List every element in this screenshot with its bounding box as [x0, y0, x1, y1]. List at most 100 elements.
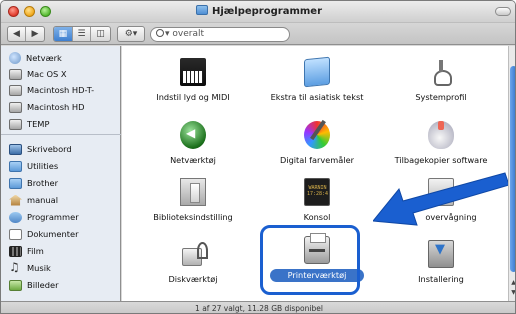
- item-label: Ekstra til asiatisk tekst: [270, 92, 364, 102]
- network-globe-icon: [9, 52, 21, 64]
- sidebar-item-film[interactable]: Film: [9, 244, 44, 258]
- folder-icon: [304, 56, 330, 88]
- directory-utility-icon: [180, 178, 206, 206]
- sidebar-item-macintosh-hd[interactable]: Macintosh HD: [9, 100, 85, 114]
- sidebar-item-label: Macintosh HD: [27, 102, 85, 112]
- search-input[interactable]: ▾ overalt: [150, 27, 290, 42]
- sidebar-item-netvaerk[interactable]: Netværk: [9, 51, 62, 65]
- item-digital-color-meter[interactable]: Digital farvemåler: [258, 119, 376, 175]
- item-label: Tilbagekopier software: [394, 155, 488, 165]
- folder-icon: [9, 177, 22, 189]
- folder-icon: [9, 160, 22, 172]
- installer-icon: [428, 240, 454, 268]
- item-activity-monitor[interactable]: overvågning: [382, 176, 500, 232]
- item-label: Installering: [418, 274, 464, 284]
- item-directory-utility[interactable]: Biblioteksindstilling: [134, 176, 252, 232]
- disk-utility-icon: [180, 240, 208, 268]
- applications-icon: [9, 211, 22, 223]
- printer-setup-utility-icon: [304, 233, 330, 264]
- sidebar-item-billeder[interactable]: Billeder: [9, 278, 59, 292]
- toolbar: ◀ ▶ ▦ ☰ ◫ ⚙▾ ▾ overalt: [1, 23, 515, 45]
- sidebar-item-temp[interactable]: TEMP: [9, 117, 49, 131]
- item-installer[interactable]: Installering: [382, 238, 500, 294]
- sidebar-separator: [1, 134, 121, 135]
- folder-icon: [196, 5, 208, 15]
- sidebar-item-brother[interactable]: Brother: [9, 176, 58, 190]
- item-disk-utility[interactable]: Diskværktøj: [134, 238, 252, 294]
- sidebar-item-label: TEMP: [27, 119, 50, 129]
- hard-disk-icon: [9, 101, 22, 113]
- toolbar-toggle-button[interactable]: [495, 7, 511, 16]
- item-label: overvågning: [425, 212, 477, 222]
- sidebar-item-manual[interactable]: manual: [9, 193, 58, 207]
- title-bar[interactable]: Hjælpeprogrammer: [1, 1, 515, 23]
- sidebar-item-programmer[interactable]: Programmer: [9, 210, 79, 224]
- item-label: Biblioteksindstilling: [153, 212, 233, 222]
- hard-disk-icon: [9, 84, 22, 96]
- documents-icon: [9, 228, 22, 240]
- item-label: Indstil lyd og MIDI: [156, 92, 230, 102]
- item-label: Digital farvemåler: [280, 155, 354, 165]
- sidebar-item-label: Film: [27, 246, 44, 256]
- audio-midi-setup-icon: [180, 58, 206, 86]
- sidebar-item-macintosh-hd-t[interactable]: Macintosh HD-T-: [9, 83, 94, 97]
- icon-view: Indstil lyd og MIDI Ekstra til asiatisk …: [122, 46, 508, 301]
- item-backup-software[interactable]: Tilbagekopier software: [382, 119, 500, 175]
- backup-icon: [428, 121, 454, 149]
- sidebar-item-dokumenter[interactable]: Dokumenter: [9, 227, 79, 241]
- view-switcher: ▦ ☰ ◫: [53, 26, 111, 42]
- sidebar-item-label: Programmer: [27, 212, 79, 222]
- sidebar-item-label: Utilities: [27, 161, 59, 171]
- search-placeholder: overalt: [172, 29, 205, 39]
- scrollbar-thumb[interactable]: [510, 66, 515, 272]
- scroll-down-button[interactable]: ▼: [510, 289, 515, 297]
- icon-view-button[interactable]: ▦: [54, 27, 73, 41]
- list-view-button[interactable]: ☰: [73, 27, 92, 41]
- sidebar-item-label: Musik: [27, 263, 51, 273]
- status-bar: 1 af 27 valgt, 11.28 GB disponibel: [1, 301, 515, 313]
- sidebar-item-utilities[interactable]: Utilities: [9, 159, 58, 173]
- sidebar: Netværk Mac OS X Macintosh HD-T- Macinto…: [1, 46, 121, 301]
- desktop-icon: [9, 143, 22, 155]
- console-icon: [304, 178, 330, 206]
- color-meter-icon: [304, 121, 330, 149]
- hard-disk-icon: [9, 118, 22, 130]
- item-label-selected: Printerværktøj: [270, 269, 364, 282]
- vertical-scrollbar[interactable]: ▲ ▼: [508, 46, 515, 301]
- pictures-icon: [9, 279, 22, 291]
- sidebar-item-mac-os-x[interactable]: Mac OS X: [9, 67, 67, 81]
- item-printer-setup-utility[interactable]: Printerværktøj: [258, 233, 376, 290]
- action-menu-button[interactable]: ⚙▾: [117, 26, 145, 42]
- item-label: Konsol: [303, 212, 331, 222]
- scroll-up-button[interactable]: ▲: [510, 279, 515, 287]
- item-label: Systemprofil: [415, 92, 467, 102]
- finder-window: Hjælpeprogrammer ◀ ▶ ▦ ☰ ◫ ⚙▾ ▾ overalt …: [0, 0, 516, 314]
- item-system-profiler[interactable]: Systemprofil: [382, 56, 500, 112]
- item-network-utility[interactable]: Netværktøj: [134, 119, 252, 175]
- item-label: Diskværktøj: [168, 274, 218, 284]
- sidebar-item-label: Billeder: [27, 280, 59, 290]
- music-icon: [9, 260, 22, 274]
- hard-disk-icon: [9, 68, 22, 80]
- window-title: Hjælpeprogrammer: [212, 6, 322, 17]
- sidebar-item-label: Skrivebord: [27, 144, 72, 154]
- sidebar-item-skrivebord[interactable]: Skrivebord: [9, 142, 72, 156]
- system-profiler-icon: [428, 58, 454, 86]
- search-icon: [156, 29, 164, 37]
- item-audio-midi-setup[interactable]: Indstil lyd og MIDI: [134, 56, 252, 112]
- activity-monitor-icon: [428, 178, 454, 206]
- back-button[interactable]: ◀: [8, 27, 26, 41]
- back-forward-control: ◀ ▶: [7, 26, 45, 42]
- sidebar-item-label: Netværk: [26, 53, 62, 63]
- item-console[interactable]: Konsol: [258, 176, 376, 232]
- sidebar-item-musik[interactable]: Musik: [9, 260, 51, 275]
- sidebar-item-label: Macintosh HD-T-: [27, 85, 95, 95]
- column-view-button[interactable]: ◫: [91, 27, 110, 41]
- sidebar-item-label: manual: [27, 195, 59, 205]
- home-icon: [9, 194, 22, 206]
- item-asian-text-extras[interactable]: Ekstra til asiatisk tekst: [258, 56, 376, 112]
- sidebar-item-label: Dokumenter: [27, 229, 79, 239]
- network-utility-icon: [180, 121, 206, 149]
- forward-button[interactable]: ▶: [26, 27, 44, 41]
- item-label: Netværktøj: [170, 155, 216, 165]
